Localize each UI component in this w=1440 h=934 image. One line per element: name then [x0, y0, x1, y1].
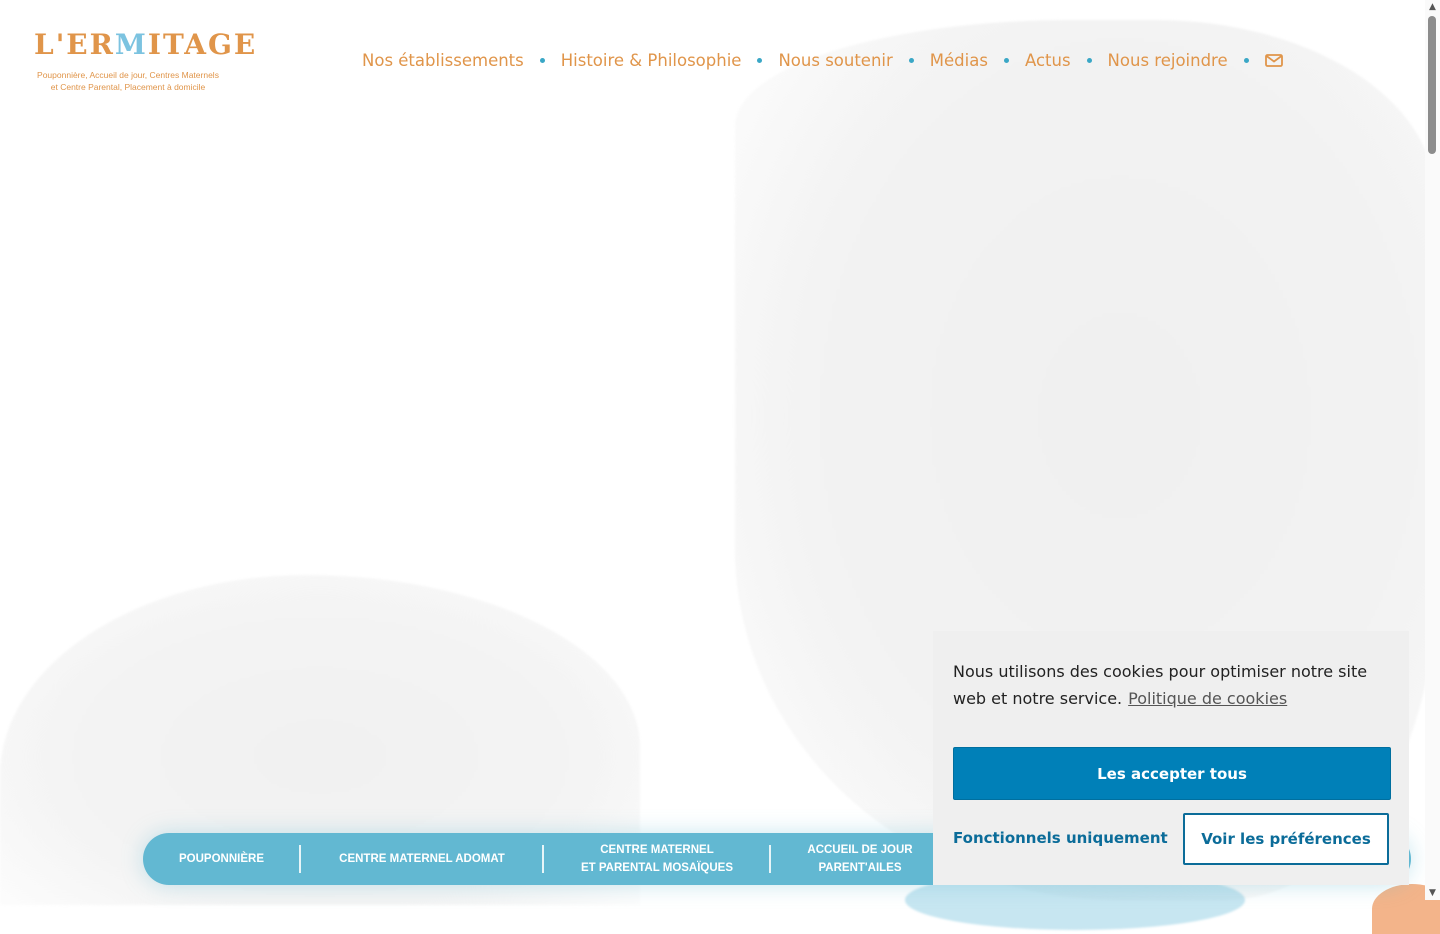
nav-separator-dot [908, 57, 914, 63]
nav-histoire[interactable]: Histoire & Philosophie [561, 51, 742, 70]
nav-rejoindre[interactable]: Nous rejoindre [1108, 51, 1228, 70]
cookie-banner: Nous utilisons des cookies pour optimise… [933, 631, 1409, 885]
nav-separator-dot [1086, 57, 1092, 63]
page-scrollbar[interactable]: ▲ ▼ [1425, 0, 1440, 900]
cookie-policy-link[interactable]: Politique de cookies [1128, 689, 1287, 708]
envelope-icon[interactable] [1264, 53, 1283, 67]
site-logo[interactable]: L'ERMITAGE Pouponnière, Accueil de jour,… [28, 28, 255, 98]
functional-only-button[interactable]: Fonctionnels uniquement [953, 813, 1168, 863]
nav-medias[interactable]: Médias [930, 51, 988, 70]
cookie-message: Nous utilisons des cookies pour optimise… [953, 662, 1368, 708]
nav-separator-dot [1243, 57, 1249, 63]
nav-soutenir[interactable]: Nous soutenir [778, 51, 892, 70]
view-preferences-button[interactable]: Voir les préférences [1183, 813, 1389, 865]
nav-separator-dot [757, 57, 763, 63]
main-nav: Nos établissements Histoire & Philosophi… [362, 47, 1283, 73]
scrollbar-thumb[interactable] [1428, 16, 1436, 154]
pill-item-parentailes[interactable]: ACCUEIL DE JOUR PARENT'AILES [771, 833, 949, 885]
logo-wordmark: L'ERMITAGE [34, 28, 258, 61]
nav-separator-dot [1003, 57, 1009, 63]
scroll-up-arrow-icon[interactable]: ▲ [1425, 0, 1440, 14]
nav-separator-dot [539, 57, 545, 63]
pill-item-mosaiques[interactable]: CENTRE MATERNEL ET PARENTAL MOSAÏQUES [544, 833, 770, 885]
scroll-down-arrow-icon[interactable]: ▼ [1425, 886, 1440, 900]
nav-actus[interactable]: Actus [1025, 51, 1071, 70]
pill-item-pouponniere[interactable]: POUPONNIÈRE [143, 833, 300, 885]
accept-all-cookies-button[interactable]: Les accepter tous [953, 747, 1391, 800]
nav-etablissements[interactable]: Nos établissements [362, 51, 524, 70]
logo-tagline: Pouponnière, Accueil de jour, Centres Ma… [37, 70, 219, 92]
pill-item-adomat[interactable]: CENTRE MATERNEL ADOMAT [301, 833, 543, 885]
